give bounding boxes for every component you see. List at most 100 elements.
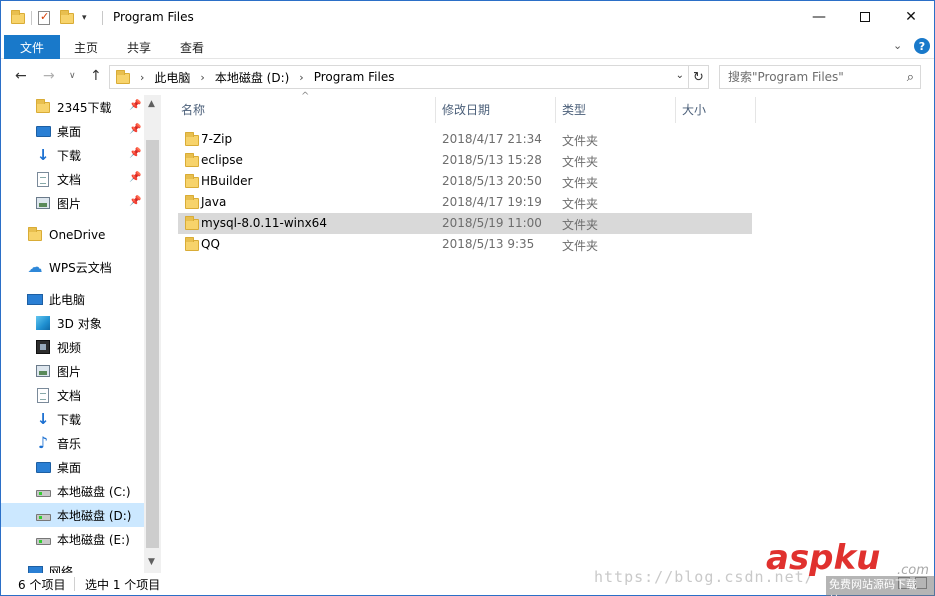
recent-locations-chevron-icon[interactable]: ∨ — [69, 71, 76, 81]
minimize-icon: — — [812, 9, 826, 25]
nav-item-label: 下载 — [57, 412, 82, 427]
help-icon[interactable]: ? — [914, 38, 930, 54]
nav-item-this-pc[interactable]: 此电脑 — [1, 287, 144, 311]
nav-item-music[interactable]: ♪ 音乐 — [1, 431, 144, 455]
table-row[interactable]: eclipse 2018/5/13 15:28 文件夹 — [178, 150, 752, 171]
desktop-icon — [35, 459, 51, 475]
nav-item-network[interactable]: 网络 — [1, 559, 144, 573]
quick-access-toolbar: ▾ — [11, 9, 87, 27]
document-icon — [35, 171, 51, 187]
brand-logo: aspku — [766, 538, 881, 578]
nav-item-downloads-pinned[interactable]: ↓ 下载 📌 — [1, 143, 144, 167]
music-icon: ♪ — [37, 433, 49, 452]
column-divider[interactable] — [675, 97, 676, 123]
folder-icon — [185, 174, 199, 188]
maximize-icon — [860, 12, 870, 22]
column-divider[interactable] — [555, 97, 556, 123]
nav-item-label: 本地磁盘 (D:) — [57, 508, 132, 523]
scrollbar-thumb[interactable] — [146, 140, 159, 548]
up-arrow-icon[interactable]: ↑ — [90, 68, 102, 84]
breadcrumb-chevron-icon[interactable]: › — [140, 71, 144, 84]
nav-item-drive-c[interactable]: 本地磁盘 (C:) — [1, 479, 144, 503]
nav-item-wps-cloud[interactable]: ☁ WPS云文档 — [1, 255, 144, 279]
column-header-type[interactable]: 类型 — [562, 95, 586, 123]
nav-item-pictures[interactable]: 图片 — [1, 359, 144, 383]
scroll-up-arrow-icon[interactable]: ▲ — [148, 99, 155, 109]
refresh-icon: ↻ — [693, 69, 704, 85]
nav-item-onedrive[interactable]: OneDrive — [1, 223, 144, 247]
column-header-size[interactable]: 大小 — [682, 95, 706, 123]
pin-icon[interactable]: 📌 — [129, 148, 141, 159]
nav-pane-scrollbar[interactable]: ▲ ▼ — [144, 95, 161, 573]
ribbon: 文件 主页 共享 查看 ⌄ ? — [1, 33, 934, 59]
nav-item-downloads[interactable]: ↓ 下载 — [1, 407, 144, 431]
nav-item-desktop[interactable]: 桌面 — [1, 455, 144, 479]
breadcrumb-chevron-icon[interactable]: › — [200, 71, 204, 84]
nav-item-documents-pinned[interactable]: 文档 📌 — [1, 167, 144, 191]
3d-objects-icon — [35, 315, 51, 331]
refresh-button[interactable]: ↻ — [689, 65, 709, 89]
nav-item-desktop-pinned[interactable]: 桌面 📌 — [1, 119, 144, 143]
column-divider[interactable] — [755, 97, 756, 123]
minimize-button[interactable]: — — [796, 1, 842, 33]
navigation-pane: 2345下载 📌 桌面 📌 ↓ 下载 📌 文档 📌 图片 📌 OneDrive — [1, 95, 161, 573]
search-box[interactable]: ⌕ — [719, 65, 921, 89]
nav-item-label: 此电脑 — [49, 292, 86, 307]
search-icon[interactable]: ⌕ — [907, 70, 914, 85]
file-name: mysql-8.0.11-winx64 — [201, 216, 327, 230]
address-bar[interactable]: › 此电脑 › 本地磁盘 (D:) › Program Files ⌄ — [109, 65, 689, 89]
nav-item-label: 图片 — [57, 196, 82, 211]
nav-item-label: 本地磁盘 (C:) — [57, 484, 131, 499]
nav-item-label: 文档 — [57, 172, 82, 187]
pin-icon[interactable]: 📌 — [129, 196, 141, 207]
breadcrumb-program-files[interactable]: Program Files — [314, 70, 395, 84]
pin-icon[interactable]: 📌 — [129, 124, 141, 135]
pin-icon[interactable]: 📌 — [129, 100, 141, 111]
scroll-down-arrow-icon[interactable]: ▼ — [148, 557, 155, 567]
column-header-date[interactable]: 修改日期 — [442, 95, 490, 123]
close-button[interactable]: ✕ — [888, 1, 934, 33]
maximize-button[interactable] — [842, 1, 888, 33]
table-row[interactable]: HBuilder 2018/5/13 20:50 文件夹 — [178, 171, 752, 192]
customize-toolbar-chevron-icon[interactable]: ▾ — [82, 13, 87, 23]
folder-icon — [185, 195, 199, 209]
breadcrumb-drive-d[interactable]: 本地磁盘 (D:) — [215, 69, 289, 86]
pictures-icon — [35, 195, 51, 211]
tab-file[interactable]: 文件 — [4, 35, 60, 59]
search-input[interactable] — [720, 66, 896, 88]
tab-view[interactable]: 查看 — [180, 35, 204, 59]
file-type: 文件夹 — [562, 176, 599, 190]
back-arrow-icon[interactable]: ← — [15, 68, 27, 84]
breadcrumb-this-pc[interactable]: 此电脑 — [154, 69, 190, 86]
nav-item-3d-objects[interactable]: 3D 对象 — [1, 311, 144, 335]
forward-arrow-icon[interactable]: → — [43, 68, 55, 84]
drive-icon — [35, 483, 51, 499]
table-row[interactable]: Java 2018/4/17 19:19 文件夹 — [178, 192, 752, 213]
folder-icon[interactable] — [11, 9, 25, 24]
table-row[interactable]: mysql-8.0.11-winx64 2018/5/19 11:00 文件夹 — [178, 213, 752, 234]
nav-item-documents[interactable]: 文档 — [1, 383, 144, 407]
nav-item-drive-e[interactable]: 本地磁盘 (E:) — [1, 527, 144, 551]
column-header-name[interactable]: 名称 — [181, 95, 205, 123]
address-history-chevron-icon[interactable]: ⌄ — [676, 70, 684, 81]
properties-icon[interactable] — [38, 10, 50, 25]
nav-item-2345-downloads[interactable]: 2345下载 📌 — [1, 95, 144, 119]
nav-item-label: 视频 — [57, 340, 82, 355]
nav-item-pictures-pinned[interactable]: 图片 📌 — [1, 191, 144, 215]
new-folder-icon[interactable] — [60, 9, 74, 24]
nav-item-videos[interactable]: 视频 — [1, 335, 144, 359]
file-type: 文件夹 — [562, 218, 599, 232]
tab-share[interactable]: 共享 — [127, 35, 151, 59]
nav-item-drive-d[interactable]: 本地磁盘 (D:) — [1, 503, 144, 527]
ribbon-expand-chevron-icon[interactable]: ⌄ — [893, 39, 902, 52]
tab-home[interactable]: 主页 — [74, 35, 98, 59]
table-row[interactable]: 7-Zip 2018/4/17 21:34 文件夹 — [178, 129, 752, 150]
table-row[interactable]: QQ 2018/5/13 9:35 文件夹 — [178, 234, 752, 255]
folder-icon — [27, 226, 43, 243]
explorer-window: ▾ Program Files — ✕ 文件 主页 共享 查看 ⌄ ? ← → … — [0, 0, 935, 596]
file-name: Java — [201, 195, 227, 209]
pin-icon[interactable]: 📌 — [129, 172, 141, 183]
column-divider[interactable] — [435, 97, 436, 123]
network-icon — [27, 563, 43, 573]
breadcrumb-chevron-icon[interactable]: › — [299, 71, 303, 84]
